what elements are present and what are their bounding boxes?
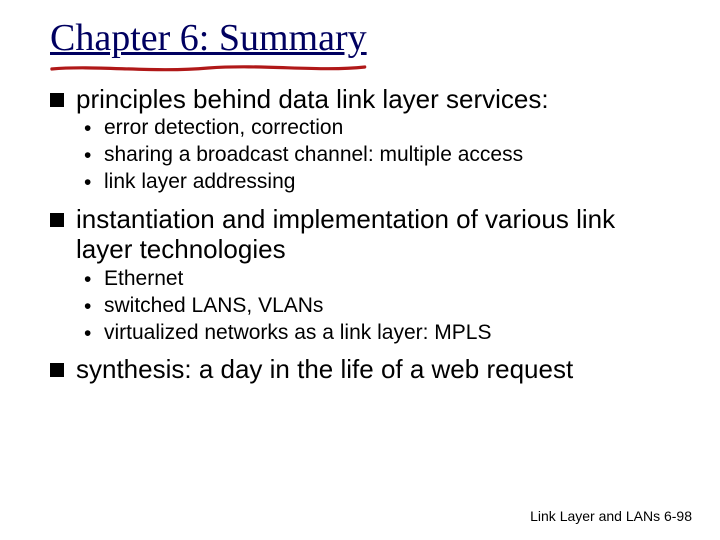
slide: Chapter 6: Summary principles behind dat…: [0, 0, 720, 540]
square-bullet-icon: [50, 213, 64, 227]
sub-bullet-text: switched LANS, VLANs: [104, 294, 323, 319]
bullet-level2: • virtualized networks as a link layer: …: [84, 321, 670, 347]
bullet-level2: • sharing a broadcast channel: multiple …: [84, 143, 670, 169]
sub-bullet-text: link layer addressing: [104, 170, 295, 195]
sub-bullet-text: error detection, correction: [104, 116, 343, 141]
dot-bullet-icon: •: [84, 171, 94, 196]
body-content: principles behind data link layer servic…: [50, 84, 670, 385]
dot-bullet-icon: •: [84, 144, 94, 169]
sub-bullet-text: virtualized networks as a link layer: MP…: [104, 321, 492, 346]
sub-bullet-text: sharing a broadcast channel: multiple ac…: [104, 143, 523, 168]
dot-bullet-icon: •: [84, 322, 94, 347]
dot-bullet-icon: •: [84, 117, 94, 142]
slide-title: Chapter 6: Summary: [50, 17, 367, 59]
sub-bullet-group: • Ethernet • switched LANS, VLANs • virt…: [50, 267, 670, 346]
bullet-level1: instantiation and implementation of vari…: [50, 204, 670, 265]
bullet-level1: synthesis: a day in the life of a web re…: [50, 354, 670, 385]
bullet-level2: • error detection, correction: [84, 116, 670, 142]
bullet-level2: • switched LANS, VLANs: [84, 294, 670, 320]
square-bullet-icon: [50, 363, 64, 377]
sub-bullet-group: • error detection, correction • sharing …: [50, 116, 670, 195]
bullet-level1: principles behind data link layer servic…: [50, 84, 670, 115]
dot-bullet-icon: •: [84, 268, 94, 293]
title-underline-accent: [50, 62, 367, 66]
slide-footer: Link Layer and LANs 6-98: [530, 508, 692, 524]
bullet-level2: • Ethernet: [84, 267, 670, 293]
square-bullet-icon: [50, 93, 64, 107]
bullet-text: principles behind data link layer servic…: [76, 84, 670, 115]
title-wrap: Chapter 6: Summary: [50, 18, 367, 60]
bullet-text: instantiation and implementation of vari…: [76, 204, 670, 265]
bullet-level2: • link layer addressing: [84, 170, 670, 196]
dot-bullet-icon: •: [84, 295, 94, 320]
sub-bullet-text: Ethernet: [104, 267, 183, 292]
bullet-text: synthesis: a day in the life of a web re…: [76, 354, 670, 385]
